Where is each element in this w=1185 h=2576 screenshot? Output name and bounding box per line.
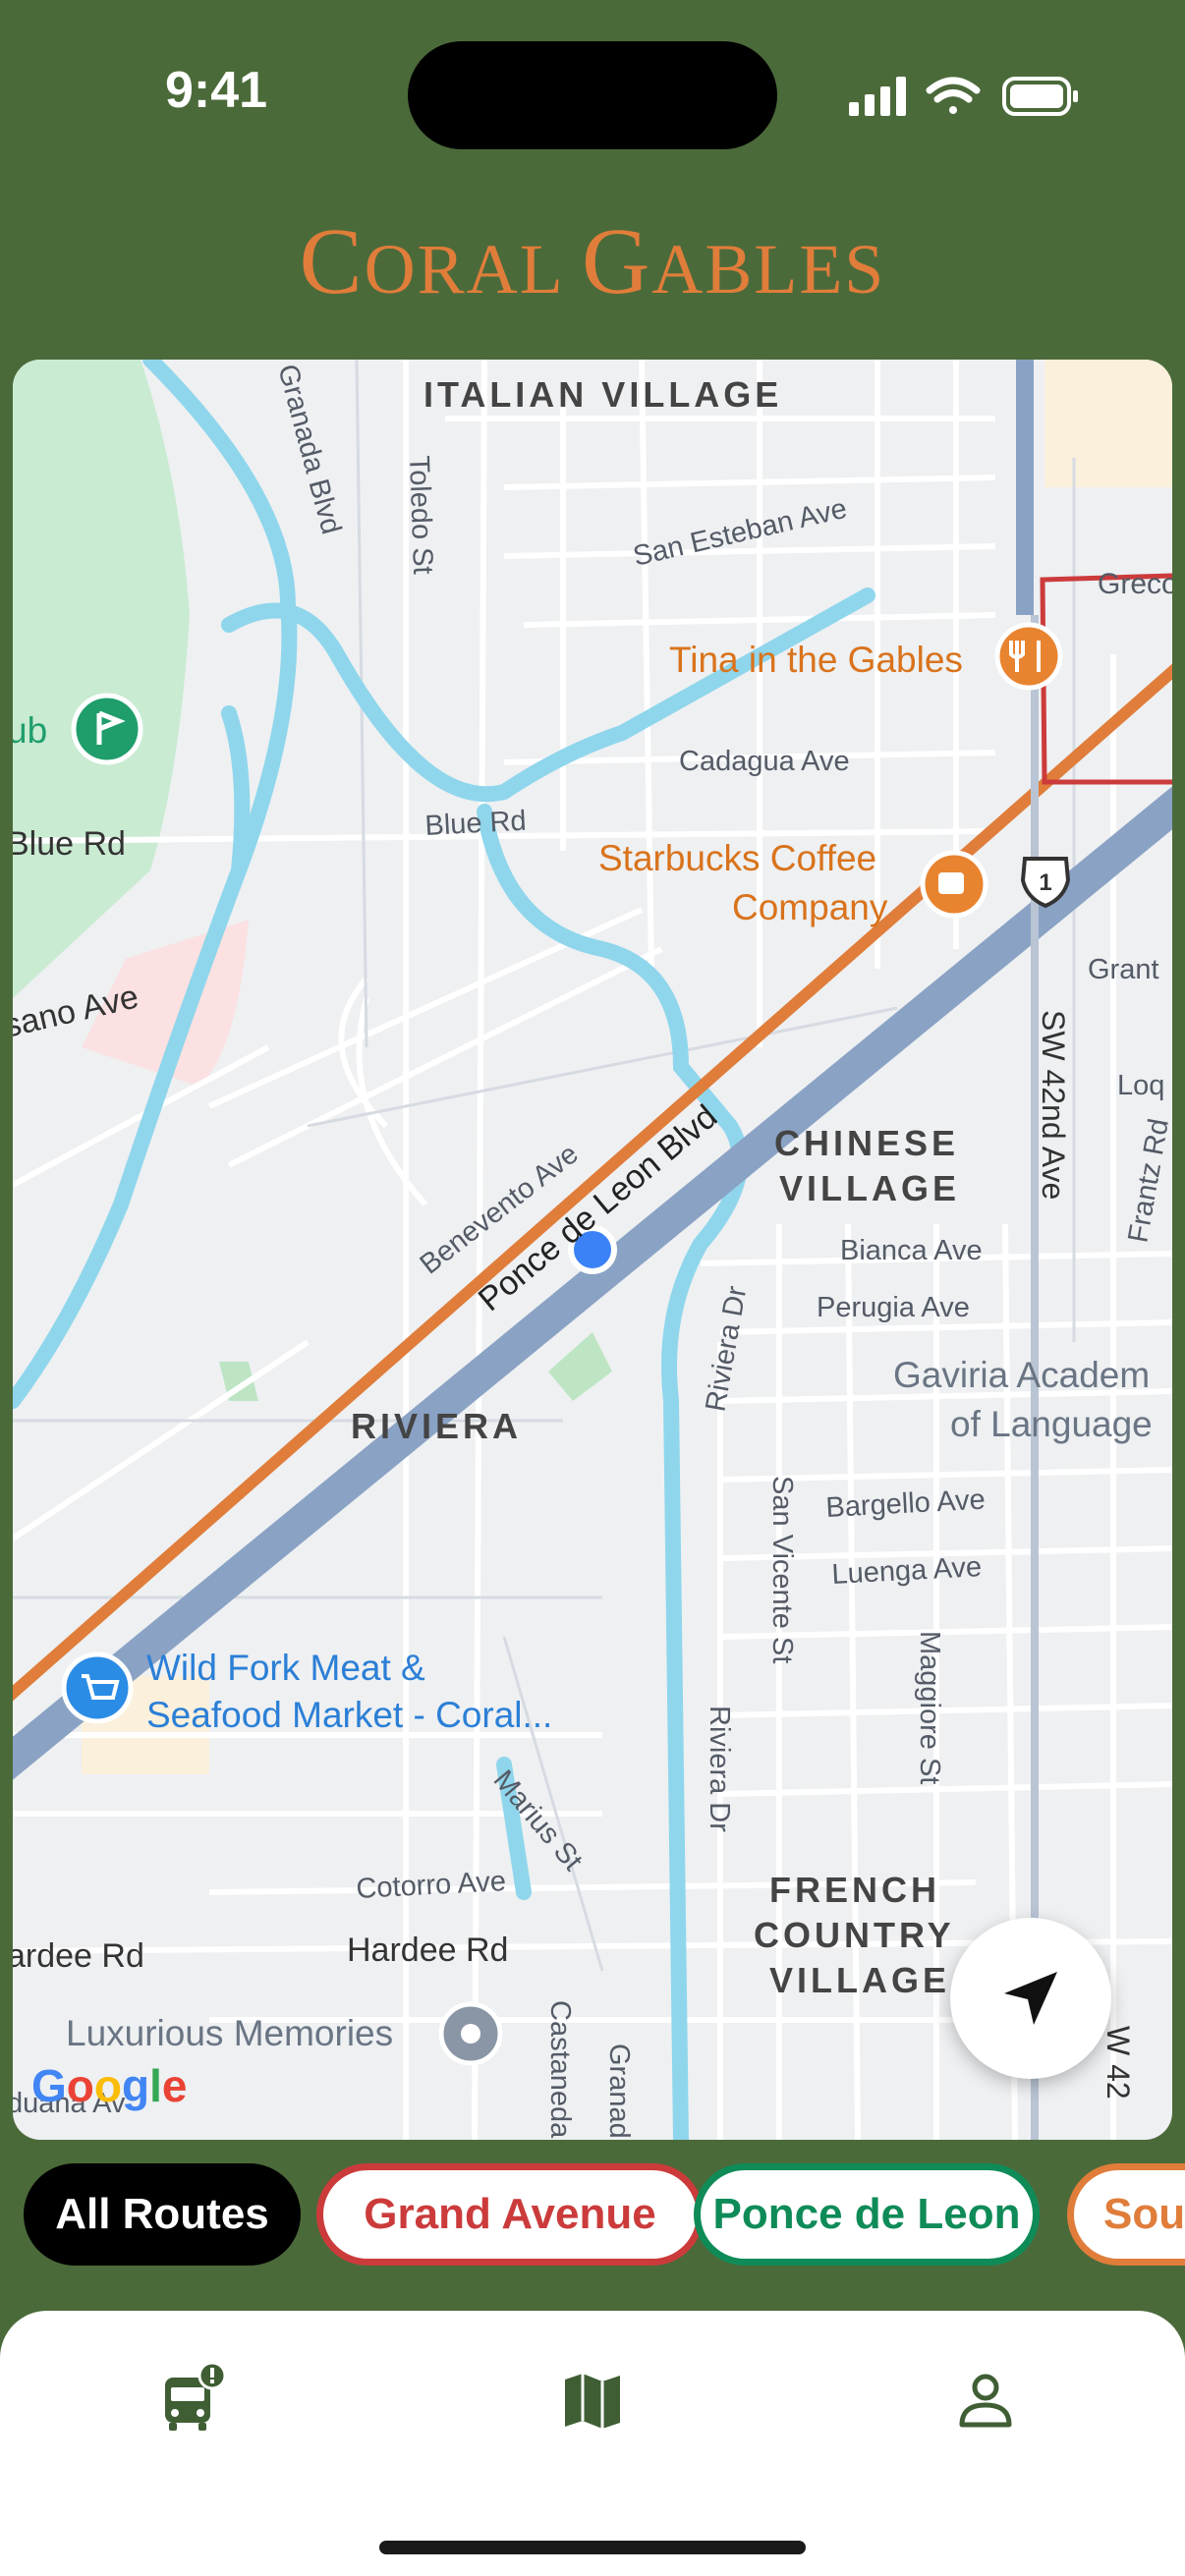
street-label: Toledo St <box>403 455 438 575</box>
battery-icon <box>1002 77 1078 116</box>
tab-alerts[interactable] <box>153 2362 232 2440</box>
logo-text: ABLES <box>651 230 886 308</box>
cellular-signal-icon <box>849 77 906 116</box>
street-label: Granad <box>603 2044 635 2139</box>
recenter-location-button[interactable] <box>950 1918 1111 2079</box>
street-label: Cotorro Ave <box>356 1866 507 1905</box>
poi-label[interactable]: Seafood Market - Coral... <box>146 1695 552 1735</box>
dynamic-island <box>408 41 777 149</box>
street-label: SW 42nd Ave <box>1036 1010 1071 1200</box>
google-attribution: Google <box>31 2060 188 2111</box>
street-label: San Esteban Ave <box>630 493 849 573</box>
street-label: Blue Rd <box>13 825 126 863</box>
status-icons <box>849 77 1078 116</box>
neighborhood-label: COUNTRY <box>754 1915 955 1955</box>
status-time: 9:41 <box>165 62 268 119</box>
neighborhood-label: VILLAGE <box>769 1960 950 2000</box>
street-label: Blue Rd <box>424 806 528 842</box>
street-label: Greco <box>1098 568 1172 600</box>
profile-icon <box>959 2374 1012 2428</box>
street-label: Riviera Dr <box>704 1706 735 1832</box>
street-label: W 42 <box>1100 2026 1136 2100</box>
street-label: Hardee Rd <box>347 1932 508 1969</box>
highway-shield-number: 1 <box>1039 869 1051 896</box>
street-label: Grant <box>1088 954 1159 985</box>
street-label: San Vicente St <box>766 1476 798 1663</box>
street-label: Luenga Ave <box>831 1551 983 1591</box>
status-bar: 9:41 <box>0 0 1185 187</box>
street-label: Granada Blvd <box>271 362 347 538</box>
poi-label[interactable]: of Language <box>950 1404 1153 1444</box>
tab-profile[interactable] <box>946 2362 1025 2440</box>
street-label: ardee Rd <box>13 1937 144 1975</box>
cafe-poi-marker[interactable] <box>920 850 988 919</box>
street-label: Marius St <box>487 1764 589 1876</box>
restaurant-poi-marker[interactable] <box>994 622 1063 691</box>
street-label: Bianca Ave <box>840 1235 983 1266</box>
neighborhood-label: CHINESE <box>774 1123 959 1163</box>
neighborhood-label: RIVIERA <box>351 1406 522 1446</box>
street-label: Loq <box>1117 1070 1164 1101</box>
poi-label[interactable]: ub <box>13 710 47 751</box>
chip-south[interactable]: Sout <box>1067 2163 1185 2266</box>
poi-label[interactable]: Company <box>732 887 888 927</box>
poi-label[interactable]: Tina in the Gables <box>669 640 963 680</box>
bus-alert-icon <box>165 2362 227 2431</box>
route-map[interactable]: 1 ITALIAN VILLAGE CHINESE VILLAGE RIVIER… <box>13 360 1172 2140</box>
street-label: Maggiore St <box>914 1631 945 1784</box>
golf-poi-marker[interactable] <box>71 693 143 765</box>
street-label: Frantz Rd <box>1122 1116 1172 1245</box>
map-icon <box>565 2374 620 2429</box>
logo-text: ORAL <box>364 230 582 308</box>
logo-letter: C <box>299 208 365 313</box>
coffee-cup-icon <box>938 872 964 894</box>
app-logo: CORAL GABLES <box>0 206 1185 315</box>
map-canvas[interactable]: 1 ITALIAN VILLAGE CHINESE VILLAGE RIVIER… <box>13 360 1172 2140</box>
tab-map[interactable] <box>553 2362 632 2440</box>
chip-all-routes[interactable]: All Routes <box>24 2163 301 2266</box>
street-label: Perugia Ave <box>817 1292 970 1323</box>
location-arrow-icon <box>1004 1972 1057 2025</box>
poi-label[interactable]: Luxurious Memories <box>66 2013 393 2053</box>
commercial-area <box>1044 360 1172 487</box>
grocery-poi-marker[interactable] <box>61 1652 134 1724</box>
chip-grand-avenue[interactable]: Grand Avenue <box>316 2163 704 2266</box>
route-filter-chips: All Routes Grand Avenue Ponce de Leon So… <box>24 2163 1185 2277</box>
logo-letter: G <box>582 208 652 313</box>
street-label: Riviera Dr <box>700 1283 753 1414</box>
park-area <box>548 1332 612 1401</box>
street-label: Cadagua Ave <box>679 746 850 777</box>
grand-route-line <box>1040 573 1172 785</box>
neighborhood-label: VILLAGE <box>779 1168 960 1208</box>
tab-bar <box>0 2311 1185 2576</box>
place-poi-marker[interactable] <box>438 2001 503 2066</box>
home-indicator <box>379 2541 806 2554</box>
wifi-icon <box>926 77 981 114</box>
neighborhood-label: FRENCH <box>769 1870 940 1910</box>
chip-ponce-de-leon[interactable]: Ponce de Leon <box>694 2163 1040 2266</box>
park-area <box>13 360 190 998</box>
neighborhood-label: ITALIAN VILLAGE <box>423 374 782 415</box>
poi-label[interactable]: Gaviria Academ <box>893 1355 1150 1395</box>
street-label: Castaneda <box>544 2000 576 2139</box>
poi-label[interactable]: Starbucks Coffee <box>598 838 876 878</box>
poi-label[interactable]: Wild Fork Meat & <box>146 1648 425 1688</box>
